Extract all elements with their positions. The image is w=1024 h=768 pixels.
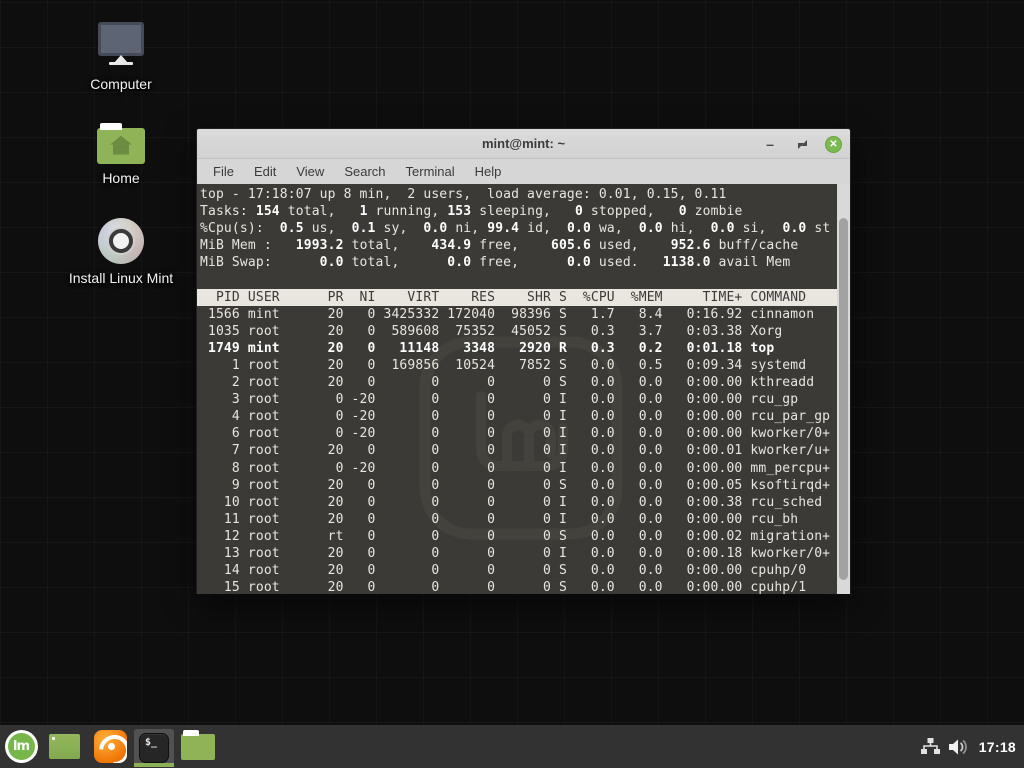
desktop-icon-computer[interactable]: Computer xyxy=(66,22,176,92)
process-row: 8 root 0 -20 0 0 0 I 0.0 0.0 0:00.00 mm_… xyxy=(200,460,837,477)
maximize-icon xyxy=(798,140,807,149)
menu-item-search[interactable]: Search xyxy=(334,162,395,181)
process-row: 2 root 20 0 0 0 0 S 0.0 0.0 0:00.00 kthr… xyxy=(200,374,837,391)
process-row: 14 root 20 0 0 0 0 S 0.0 0.0 0:00.00 cpu… xyxy=(200,562,837,579)
terminal-window: mint@mint: ~ – ✕ FileEditViewSearchTermi… xyxy=(196,128,851,594)
menu-item-view[interactable]: View xyxy=(286,162,334,181)
home-folder-icon xyxy=(66,128,176,164)
menu-item-file[interactable]: File xyxy=(203,162,244,181)
menu-item-terminal[interactable]: Terminal xyxy=(396,162,465,181)
taskbar: lm $_ xyxy=(0,725,1024,768)
window-title: mint@mint: ~ xyxy=(197,136,850,151)
firefox-launcher[interactable] xyxy=(87,725,134,768)
taskbar-clock[interactable]: 17:18 xyxy=(979,739,1016,755)
computer-icon xyxy=(66,22,176,70)
top-summary-line: Tasks: 154 total, 1 running, 153 sleepin… xyxy=(200,203,837,220)
process-row: 7 root 20 0 0 0 0 I 0.0 0.0 0:00.01 kwor… xyxy=(200,442,837,459)
process-row: 1749 mint 20 0 11148 3348 2920 R 0.3 0.2… xyxy=(200,340,837,357)
process-row: 3 root 0 -20 0 0 0 I 0.0 0.0 0:00.00 rcu… xyxy=(200,391,837,408)
process-row: 13 root 20 0 0 0 0 I 0.0 0.0 0:00.18 kwo… xyxy=(200,545,837,562)
terminal-body[interactable]: top - 17:18:07 up 8 min, 2 users, load a… xyxy=(197,184,850,594)
desktop-icon-home[interactable]: Home xyxy=(66,120,176,186)
menu-item-edit[interactable]: Edit xyxy=(244,162,286,181)
desktop-icon-install-linux-mint[interactable]: Install Linux Mint xyxy=(66,218,176,286)
process-row: 6 root 0 -20 0 0 0 I 0.0 0.0 0:00.00 kwo… xyxy=(200,425,837,442)
scrollbar-track[interactable] xyxy=(837,184,850,594)
terminal-icon: $_ xyxy=(139,733,169,763)
process-row: 1035 root 20 0 589608 75352 45052 S 0.3 … xyxy=(200,323,837,340)
process-row: 1566 mint 20 0 3425332 172040 98396 S 1.… xyxy=(200,306,837,323)
desktop-icon-label: Computer xyxy=(66,76,176,92)
window-titlebar[interactable]: mint@mint: ~ – ✕ xyxy=(197,129,850,159)
top-process-list: 1566 mint 20 0 3425332 172040 98396 S 1.… xyxy=(200,306,837,594)
process-row: 9 root 20 0 0 0 0 S 0.0 0.0 0:00.05 ksof… xyxy=(200,477,837,494)
taskbar-terminal-active[interactable]: $_ xyxy=(134,729,174,767)
active-app-indicator xyxy=(134,763,174,767)
top-summary: top - 17:18:07 up 8 min, 2 users, load a… xyxy=(200,186,837,271)
top-summary-line: MiB Mem : 1993.2 total, 434.9 free, 605.… xyxy=(200,237,837,254)
process-row: 15 root 20 0 0 0 0 S 0.0 0.0 0:00.00 cpu… xyxy=(200,579,837,594)
process-row: 11 root 20 0 0 0 0 I 0.0 0.0 0:00.00 rcu… xyxy=(200,511,837,528)
terminal-screen[interactable]: top - 17:18:07 up 8 min, 2 users, load a… xyxy=(197,184,837,594)
mint-logo-icon: lm xyxy=(5,730,38,763)
top-summary-line: top - 17:18:07 up 8 min, 2 users, load a… xyxy=(200,186,837,203)
process-row: 4 root 0 -20 0 0 0 I 0.0 0.0 0:00.00 rcu… xyxy=(200,408,837,425)
minimize-button[interactable]: – xyxy=(761,135,779,153)
menu-item-help[interactable]: Help xyxy=(465,162,512,181)
scrollbar-thumb[interactable] xyxy=(839,218,848,580)
cd-disc-icon xyxy=(98,218,144,264)
process-row: 12 root rt 0 0 0 0 S 0.0 0.0 0:00.02 mig… xyxy=(200,528,837,545)
folder-icon xyxy=(181,734,215,760)
menu-bar: FileEditViewSearchTerminalHelp xyxy=(197,159,850,184)
top-table-header: PID USER PR NI VIRT RES SHR S %CPU %MEM … xyxy=(197,289,837,306)
volume-icon[interactable] xyxy=(949,738,970,756)
show-desktop-button[interactable] xyxy=(42,725,87,768)
show-desktop-icon xyxy=(49,734,80,759)
top-summary-line: %Cpu(s): 0.5 us, 0.1 sy, 0.0 ni, 99.4 id… xyxy=(200,220,837,237)
network-icon[interactable] xyxy=(921,738,940,755)
process-row: 1 root 20 0 169856 10524 7852 S 0.0 0.5 … xyxy=(200,357,837,374)
close-button[interactable]: ✕ xyxy=(825,136,842,153)
files-launcher[interactable] xyxy=(174,725,222,768)
desktop-icon-label: Home xyxy=(66,170,176,186)
maximize-button[interactable] xyxy=(793,135,811,153)
process-row: 10 root 20 0 0 0 0 I 0.0 0.0 0:00.38 rcu… xyxy=(200,494,837,511)
desktop-icon-label: Install Linux Mint xyxy=(66,270,176,286)
firefox-icon xyxy=(94,730,127,763)
top-summary-line: MiB Swap: 0.0 total, 0.0 free, 0.0 used.… xyxy=(200,254,837,271)
mint-menu-button[interactable]: lm xyxy=(0,725,42,768)
